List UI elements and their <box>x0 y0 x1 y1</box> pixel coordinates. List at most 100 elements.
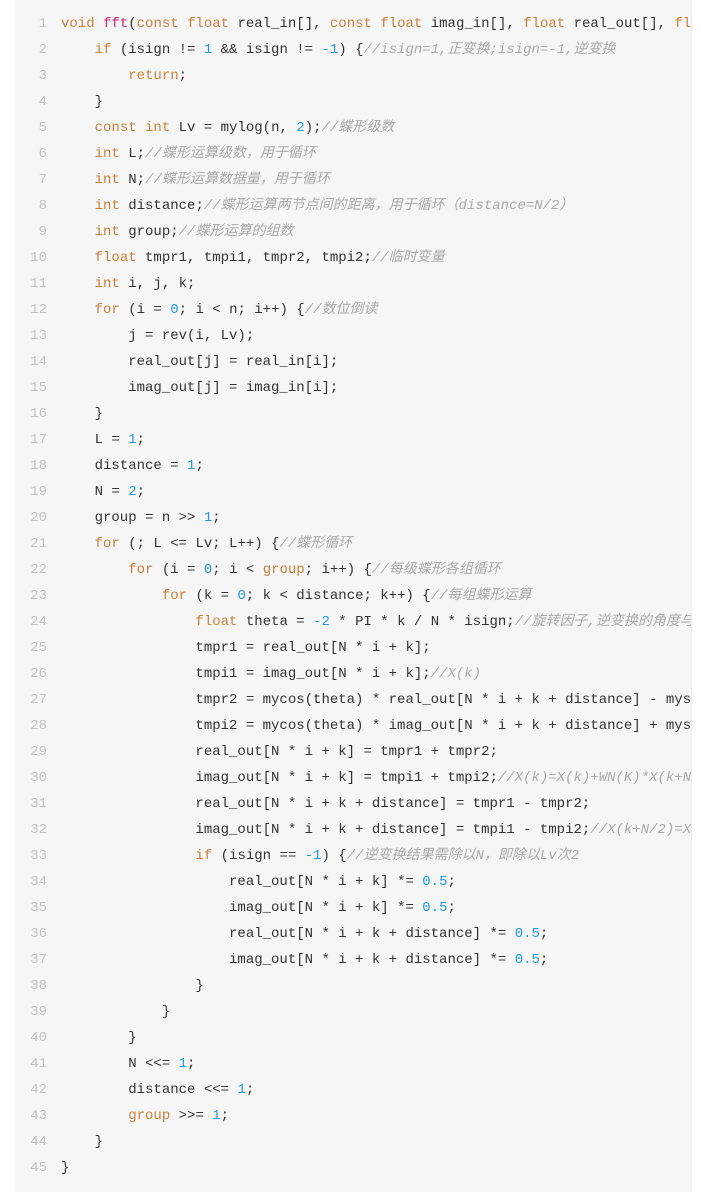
line-source: tmpi2 = mycos(theta) * imag_out[N * i + … <box>61 713 691 739</box>
comment-token: //数位倒读 <box>304 302 378 318</box>
line-number: 30 <box>30 770 47 786</box>
code-line: 17 L = 1; <box>15 427 691 453</box>
line-number: 17 <box>30 432 47 448</box>
line-source: L = 1; <box>61 427 145 453</box>
keyword-token: group <box>128 1108 171 1124</box>
code-text-token: tmpi1 = imag_out[N * i + k]; <box>61 666 431 682</box>
line-source: int distance;//蝶形运算两节点间的距离，用于循环（distance… <box>61 193 574 219</box>
comment-token: //X(k+N/2)=X(k <box>590 822 692 838</box>
line-number: 42 <box>30 1082 47 1098</box>
code-text-token: imag_out[j] = imag_in[i]; <box>61 380 339 396</box>
code-text-token: } <box>61 1134 104 1150</box>
keyword-token: int <box>145 120 171 136</box>
line-number: 44 <box>30 1134 47 1150</box>
line-number: 31 <box>30 796 47 812</box>
line-number: 24 <box>30 614 47 630</box>
line-number: 4 <box>38 94 47 110</box>
line-source: } <box>61 401 103 427</box>
code-line: 18 distance = 1; <box>15 453 691 479</box>
code-line: 21 for (; L <= Lv; L++) {//蝶形循环 <box>15 531 691 557</box>
line-number: 19 <box>30 484 47 500</box>
number-token: -1 <box>304 848 322 864</box>
code-text-token: ; <box>212 510 221 526</box>
code-text-token: N; <box>119 172 146 188</box>
code-line: 6 int L;//蝶形运算级数，用于循环 <box>15 141 691 167</box>
line-source: return; <box>61 63 187 89</box>
code-text-token: distance; <box>119 198 204 214</box>
code-text-token: } <box>61 406 104 422</box>
code-text-token: ) { <box>321 848 347 864</box>
code-line: 19 N = 2; <box>15 479 691 505</box>
code-text-token: ; i < <box>212 562 263 578</box>
line-number: 6 <box>38 146 47 162</box>
keyword-token: float <box>187 16 230 32</box>
code-text-token: } <box>61 1004 171 1020</box>
code-text-token: real_in[], <box>229 16 330 32</box>
number-token: 0 <box>203 562 213 578</box>
line-source: imag_out[N * i + k] *= 0.5; <box>61 895 456 921</box>
line-source: real_out[N * i + k] = tmpr1 + tmpr2; <box>61 739 497 765</box>
line-number: 13 <box>30 328 47 344</box>
comment-token: //旋转因子,逆变换的角度与 <box>514 614 692 630</box>
code-text-token: ; <box>539 926 549 942</box>
code-line: 38 } <box>15 973 691 999</box>
line-number: 26 <box>30 666 47 682</box>
code-text-token: && isign != <box>212 42 322 58</box>
line-source: const int Lv = mylog(n, 2);//蝶形级数 <box>61 115 395 141</box>
line-source: group >>= 1; <box>61 1103 229 1129</box>
keyword-token: const <box>136 16 179 32</box>
line-source: void fft(const float real_in[], const fl… <box>61 11 691 37</box>
code-text-token: ( <box>128 16 137 32</box>
line-number: 21 <box>30 536 47 552</box>
number-token: 2 <box>128 484 137 500</box>
line-number: 38 <box>30 978 47 994</box>
comment-token: //X(k)=X(k)+WN(K)*X(k+N/2 <box>497 770 692 786</box>
keyword-token: for <box>94 536 120 552</box>
code-text-token: real_out[N * i + k + distance] *= <box>61 926 515 942</box>
line-source: } <box>61 1025 136 1051</box>
line-source: for (; L <= Lv; L++) {//蝶形循环 <box>61 531 353 557</box>
line-number: 10 <box>30 250 47 266</box>
code-text-token: ; <box>195 458 204 474</box>
line-number: 12 <box>30 302 47 318</box>
keyword-token: return <box>128 68 179 84</box>
code-text-token: ; <box>447 874 456 890</box>
code-text-token: (k = <box>187 588 238 604</box>
line-source: tmpr2 = mycos(theta) * real_out[N * i + … <box>61 687 691 713</box>
line-number: 2 <box>38 42 47 58</box>
line-number: 29 <box>30 744 47 760</box>
code-text-token: (isign != <box>111 42 204 58</box>
code-line: 13 j = rev(i, Lv); <box>15 323 691 349</box>
code-text-token: ; <box>220 1108 230 1124</box>
line-number: 37 <box>30 952 47 968</box>
line-number: 11 <box>30 276 47 292</box>
code-line: 16 } <box>15 401 691 427</box>
code-text-token: distance <<= <box>61 1082 238 1098</box>
line-number: 7 <box>38 172 47 188</box>
line-number: 34 <box>30 874 47 890</box>
line-source: } <box>61 999 170 1025</box>
line-source: int L;//蝶形运算级数，用于循环 <box>61 141 316 167</box>
line-number: 28 <box>30 718 47 734</box>
number-token: 0.5 <box>514 952 540 968</box>
line-source: for (k = 0; k < distance; k++) {//每组蝶形运算 <box>61 583 532 609</box>
comment-token: //蝶形循环 <box>279 536 353 552</box>
number-token: 1 <box>203 42 213 58</box>
line-source: tmpr1 = real_out[N * i + k]; <box>61 635 430 661</box>
keyword-token: float <box>94 250 137 266</box>
line-source: distance = 1; <box>61 453 204 479</box>
line-source: int i, j, k; <box>61 271 196 297</box>
line-source: if (isign != 1 && isign != -1) {//isign=… <box>61 37 616 63</box>
line-source: int N;//蝶形运算数据量，用于循环 <box>61 167 330 193</box>
code-line: 42 distance <<= 1; <box>15 1077 691 1103</box>
code-line: 7 int N;//蝶形运算数据量，用于循环 <box>15 167 691 193</box>
code-text-token: ; <box>447 900 456 916</box>
code-line: 11 int i, j, k; <box>15 271 691 297</box>
